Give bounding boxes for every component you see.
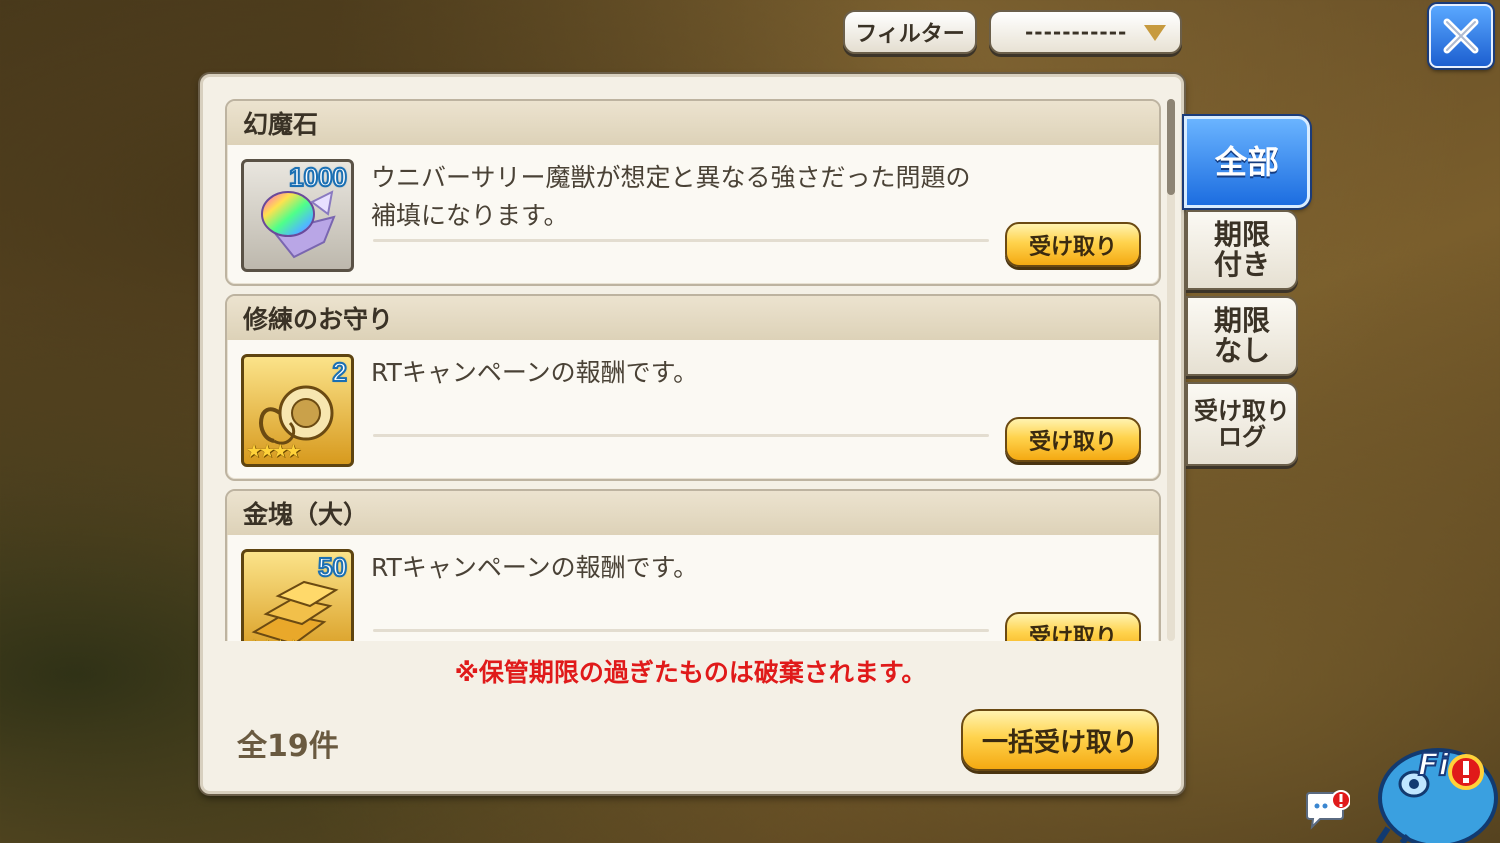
- field-label: Fi: [1417, 747, 1450, 784]
- chat-notification-icon[interactable]: [1304, 790, 1351, 830]
- tab-all-label: 全部: [1214, 143, 1279, 181]
- list-item: 金塊（大） 50 ★★★★ RTキャンペーンの報酬です。 受け取り: [225, 489, 1161, 641]
- item-name: 幻魔石: [227, 101, 1159, 145]
- gift-box-panel: 幻魔石 1000 ウニバーサリー魔獣が想定と異なる強さだった問題の補填になります…: [200, 74, 1184, 794]
- item-description: ウニバーサリー魔獣が想定と異なる強さだった問題の補填になります。: [371, 163, 971, 230]
- item-quantity: 50: [317, 552, 348, 583]
- tab-receive-log[interactable]: 受け取り ログ: [1186, 382, 1298, 466]
- receive-button-label: 受け取り: [1028, 234, 1117, 260]
- item-quantity: 1000: [288, 162, 348, 193]
- receive-button[interactable]: 受け取り: [1005, 222, 1141, 267]
- item-description: RTキャンペーンの報酬です。: [371, 553, 699, 582]
- list-item: 幻魔石 1000 ウニバーサリー魔獣が想定と異なる強さだった問題の補填になります…: [225, 99, 1161, 286]
- receive-button-label: 受け取り: [1028, 624, 1117, 642]
- item-name: 金塊（大）: [227, 491, 1159, 535]
- receive-all-button[interactable]: 一括受け取り: [961, 709, 1159, 771]
- filter-dropdown-value: -----------: [1025, 20, 1128, 44]
- filter-button-label: フィルター: [855, 22, 965, 47]
- divider: [373, 239, 989, 242]
- tab-no-expiry[interactable]: 期限 なし: [1186, 296, 1298, 376]
- tab-all[interactable]: 全部: [1184, 116, 1310, 208]
- receive-all-button-label: 一括受け取り: [981, 727, 1138, 758]
- scrollbar-thumb[interactable]: [1167, 99, 1175, 195]
- receive-button[interactable]: 受け取り: [1005, 612, 1141, 641]
- filter-dropdown[interactable]: -----------: [989, 10, 1182, 54]
- expiry-notice: ※保管期限の過ぎたものは破棄されます。: [454, 658, 927, 687]
- training-amulet-icon: 2 ★★★★: [241, 354, 354, 467]
- item-description: RTキャンペーンの報酬です。: [371, 358, 699, 387]
- receive-button[interactable]: 受け取り: [1005, 417, 1141, 462]
- filter-button[interactable]: フィルター: [843, 10, 977, 54]
- rarity-stars: ★★★★: [246, 441, 302, 462]
- divider: [373, 434, 989, 437]
- rarity-stars: ★★★★: [246, 636, 302, 641]
- item-quantity: 2: [331, 357, 348, 388]
- tab-receive-log-label: 受け取り ログ: [1194, 397, 1290, 451]
- close-icon: [1443, 18, 1479, 54]
- close-button[interactable]: [1429, 4, 1493, 68]
- list-scrollbar[interactable]: [1167, 99, 1175, 641]
- gold-bars-icon: 50 ★★★★: [241, 549, 354, 641]
- chevron-down-icon: [1144, 25, 1166, 41]
- receive-button-label: 受け取り: [1028, 429, 1117, 455]
- tab-no-expiry-label: 期限 なし: [1213, 304, 1270, 367]
- list-item: 修練のお守り 2 ★★★★ RTキャンペーンの報酬です。 受け取り: [225, 294, 1161, 481]
- total-count: 全19件: [237, 729, 339, 764]
- divider: [373, 629, 989, 632]
- phantom-stone-icon: 1000: [241, 159, 354, 272]
- field-mascot-button[interactable]: [1368, 728, 1500, 843]
- tab-with-expiry[interactable]: 期限 付き: [1186, 210, 1298, 290]
- item-list[interactable]: 幻魔石 1000 ウニバーサリー魔獣が想定と異なる強さだった問題の補填になります…: [225, 99, 1165, 641]
- item-name: 修練のお守り: [227, 296, 1159, 340]
- tab-with-expiry-label: 期限 付き: [1213, 218, 1270, 281]
